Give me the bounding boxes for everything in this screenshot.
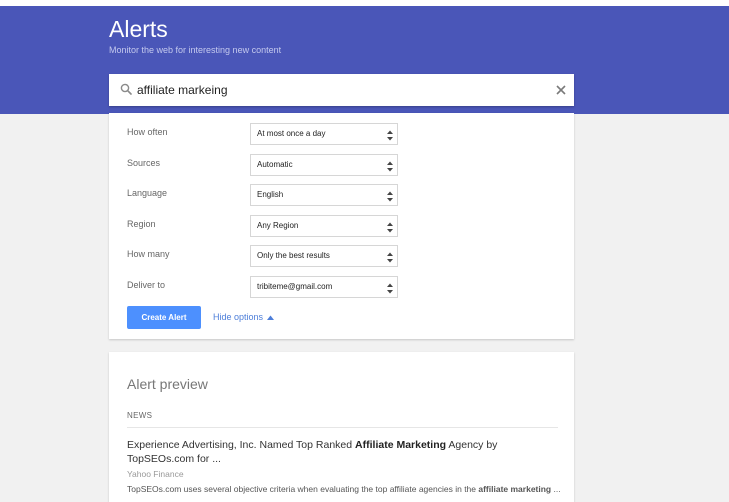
text-segment: TopSEOs.com uses several objective crite…	[127, 484, 479, 494]
close-icon[interactable]	[554, 83, 568, 97]
option-row-language: Language English	[109, 184, 574, 206]
region-select[interactable]: Any Region	[250, 214, 398, 238]
divider	[127, 427, 558, 428]
option-row-deliver-to: Deliver to tribiteme@gmail.com	[109, 275, 574, 299]
option-row-region: Region Any Region	[109, 214, 574, 238]
search-input[interactable]	[137, 80, 537, 100]
deliver-to-select[interactable]: tribiteme@gmail.com	[250, 275, 398, 299]
highlight-text: Affiliate Marketing	[355, 439, 447, 451]
select-arrows-icon	[387, 189, 393, 207]
news-source: Yahoo Finance	[127, 469, 184, 479]
option-row-how-often: How often At most once a day	[109, 123, 574, 145]
select-value: English	[257, 190, 284, 199]
page-subtitle: Monitor the web for interesting new cont…	[109, 45, 282, 55]
select-value: At most once a day	[257, 129, 326, 138]
language-select[interactable]: English	[250, 184, 398, 206]
search-box[interactable]	[109, 74, 574, 106]
select-arrows-icon	[387, 128, 393, 146]
select-value: Any Region	[257, 220, 299, 230]
select-arrows-icon	[387, 220, 393, 238]
options-card: How often At most once a day Sources Automa…	[109, 113, 574, 339]
search-icon	[120, 82, 132, 100]
option-label: Language	[127, 188, 168, 198]
sources-select[interactable]: Automatic	[250, 153, 398, 177]
hide-options-link[interactable]: Hide options	[213, 312, 275, 322]
news-snippet: TopSEOs.com uses several objective crite…	[127, 484, 567, 494]
how-often-select[interactable]: At most once a day	[250, 123, 398, 145]
news-section-label: NEWS	[127, 411, 153, 420]
create-alert-button[interactable]: Create Alert	[127, 306, 201, 329]
select-value: Only the best results	[257, 251, 330, 260]
option-row-sources: Sources Automatic	[109, 153, 574, 177]
caret-up-icon	[267, 312, 275, 322]
option-label: Sources	[127, 157, 161, 168]
select-value: tribiteme@gmail.com	[257, 281, 333, 291]
alert-preview-card: Alert preview NEWS Experience Advertisin…	[109, 352, 574, 502]
option-label: Deliver to	[127, 279, 166, 290]
option-label: How often	[127, 127, 168, 137]
option-label: How many	[127, 249, 170, 259]
text-segment: Experience Advertising, Inc. Named Top R…	[127, 439, 356, 451]
page-title: Alerts	[109, 16, 168, 42]
text-segment: ...	[551, 484, 561, 494]
preview-title: Alert preview	[127, 376, 208, 392]
select-value: Automatic	[257, 159, 293, 169]
select-arrows-icon	[387, 250, 393, 268]
hide-options-label: Hide options	[213, 312, 264, 322]
highlight-text: affiliate marketing	[478, 484, 552, 494]
select-arrows-icon	[387, 281, 393, 299]
option-row-how-many: How many Only the best results	[109, 245, 574, 267]
how-many-select[interactable]: Only the best results	[250, 245, 398, 267]
option-label: Region	[127, 218, 156, 229]
select-arrows-icon	[387, 159, 393, 177]
news-headline-link[interactable]: Experience Advertising, Inc. Named Top R…	[127, 438, 567, 466]
